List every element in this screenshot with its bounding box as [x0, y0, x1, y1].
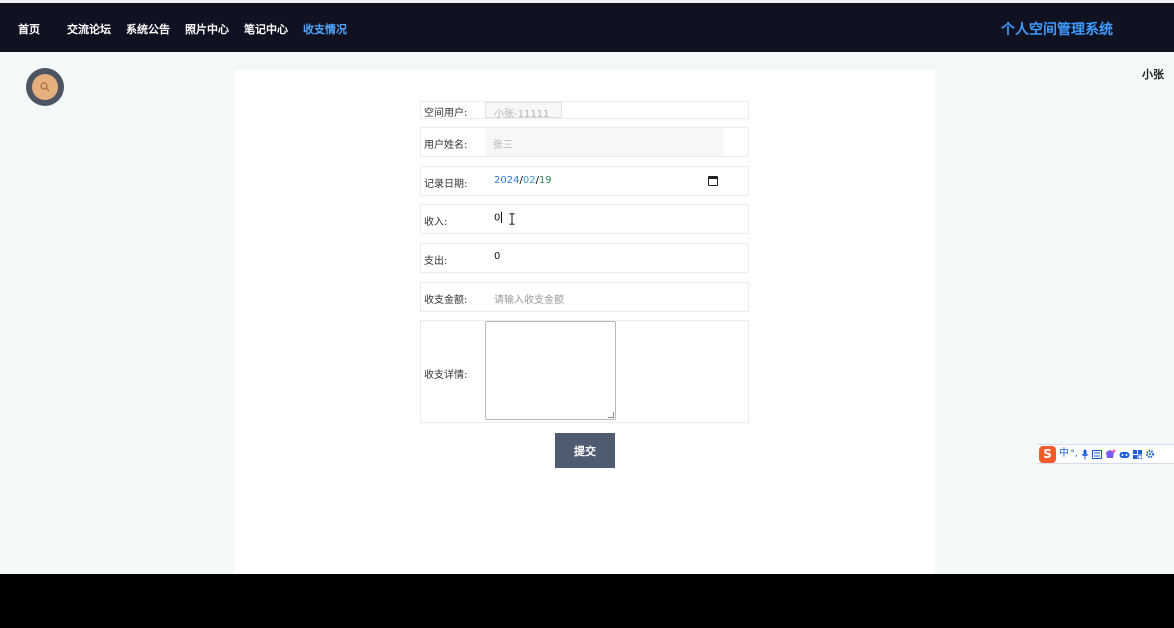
expense-value: 0 — [494, 251, 501, 262]
avatar[interactable] — [26, 68, 64, 106]
gamepad-icon[interactable] — [1119, 450, 1130, 459]
nav-photos[interactable]: 照片中心 — [185, 21, 229, 37]
detail-label: 收支详情: — [424, 370, 468, 381]
submit-button[interactable]: 提交 — [555, 433, 615, 468]
grid-icon[interactable] — [1133, 449, 1142, 459]
row-user-name: 用户姓名: 张三 — [420, 127, 749, 157]
row-income: 收入: 0 — [420, 204, 749, 234]
ime-toolbar: S 中 °, — [1037, 444, 1174, 464]
income-label: 收入: — [424, 217, 448, 228]
username[interactable]: 小张 — [1142, 66, 1164, 82]
row-expense: 支出: 0 — [420, 243, 749, 273]
content-area: 小张 空间用户: 小张-11111 用户姓名: 张三 记录日期: 2024/02… — [0, 52, 1174, 574]
avatar-image — [32, 74, 58, 100]
date-day: 19 — [538, 175, 552, 186]
ime-logo-icon[interactable]: S — [1039, 445, 1056, 463]
page: 首页 交流论坛 系统公告 照片中心 笔记中心 收支情况 个人空间管理系统 小张 … — [0, 0, 1174, 628]
row-amount: 收支金额: 请输入收支金额 — [420, 282, 749, 312]
mic-icon[interactable] — [1081, 449, 1089, 460]
ime-chinese-mode[interactable]: 中 — [1059, 449, 1069, 459]
nav-forum[interactable]: 交流论坛 — [67, 21, 111, 37]
user-name-value: 张三 — [493, 140, 513, 151]
search-icon — [40, 82, 50, 92]
resize-handle-icon[interactable] — [608, 412, 614, 418]
amount-input[interactable]: 请输入收支金额 — [494, 291, 564, 306]
expense-input[interactable]: 0 — [494, 251, 500, 262]
row-detail: 收支详情: — [420, 320, 749, 423]
keyboard-icon[interactable] — [1092, 449, 1102, 459]
detail-textarea[interactable] — [485, 321, 616, 420]
nav-home[interactable]: 首页 — [18, 21, 40, 37]
record-date-input[interactable]: 2024/02/19 — [494, 175, 552, 186]
text-caret — [501, 212, 503, 223]
user-name-label: 用户姓名: — [424, 140, 468, 151]
skin-icon[interactable] — [1105, 449, 1116, 460]
ibeam-cursor-icon — [509, 213, 515, 225]
row-space-user: 空间用户: 小张-11111 — [420, 101, 749, 120]
date-year: 2024 — [494, 175, 520, 186]
form-panel: 空间用户: 小张-11111 用户姓名: 张三 记录日期: 2024/02/19 — [235, 70, 935, 574]
ime-punctuation[interactable]: °, — [1070, 449, 1078, 459]
space-user-label: 空间用户: — [424, 108, 468, 119]
nav-announcements[interactable]: 系统公告 — [126, 21, 170, 37]
nav-notes[interactable]: 笔记中心 — [244, 21, 288, 37]
row-record-date: 记录日期: 2024/02/19 — [420, 166, 749, 196]
space-user-value: 小张-11111 — [494, 109, 550, 120]
record-date-label: 记录日期: — [424, 179, 468, 190]
gear-icon[interactable] — [1145, 449, 1155, 459]
date-month: 02 — [522, 175, 536, 186]
user-name-field[interactable]: 张三 — [485, 128, 724, 156]
nav-finance[interactable]: 收支情况 — [303, 21, 347, 37]
calendar-icon[interactable] — [708, 176, 718, 186]
site-title: 个人空间管理系统 — [1001, 22, 1113, 38]
top-navbar: 首页 交流论坛 系统公告 照片中心 笔记中心 收支情况 个人空间管理系统 — [0, 3, 1174, 52]
amount-label: 收支金额: — [424, 295, 468, 306]
expense-label: 支出: — [424, 256, 448, 267]
amount-placeholder: 请输入收支金额 — [494, 295, 564, 306]
income-value: 0 — [494, 212, 501, 224]
income-input[interactable]: 0 — [494, 212, 503, 224]
space-user-field[interactable]: 小张-11111 — [485, 102, 562, 120]
